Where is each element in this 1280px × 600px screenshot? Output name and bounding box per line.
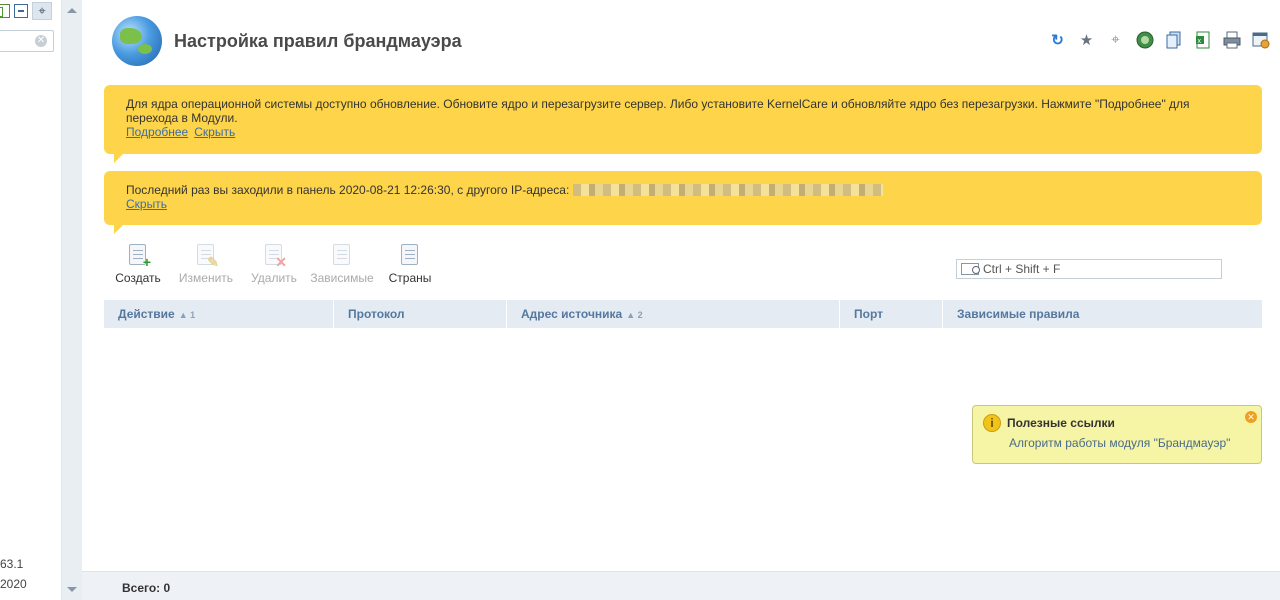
- filter-placeholder: Ctrl + Shift + F: [983, 262, 1061, 276]
- column-header-port[interactable]: Порт: [840, 300, 943, 328]
- column-label: Адрес источника: [521, 307, 623, 321]
- dependent-button[interactable]: Зависимые: [310, 242, 374, 285]
- column-label: Порт: [854, 307, 884, 321]
- scroll-down-arrow-icon[interactable]: [67, 587, 77, 592]
- collapse-icon[interactable]: [14, 4, 28, 18]
- edit-label: Изменить: [178, 271, 234, 285]
- dependent-label: Зависимые: [310, 271, 374, 285]
- column-header-action[interactable]: Действие ▲ 1: [104, 300, 334, 328]
- sidebar-search-input[interactable]: ✕: [0, 30, 54, 52]
- settings-icon[interactable]: [1251, 30, 1270, 49]
- countries-icon: [398, 242, 422, 268]
- create-button[interactable]: + Создать: [108, 242, 168, 285]
- sidebar-scrollbar[interactable]: [62, 0, 82, 600]
- sort-asc-icon: ▲ 2: [626, 310, 643, 320]
- sort-asc-icon: ▲ 1: [178, 310, 196, 320]
- create-icon: +: [126, 242, 151, 269]
- column-header-dependent-rules[interactable]: Зависимые правила: [943, 300, 1262, 328]
- pin-sidebar-icon[interactable]: ⌖: [32, 2, 52, 20]
- edit-icon: ✎: [194, 242, 219, 269]
- delete-icon: ✕: [262, 242, 287, 269]
- column-label: Действие: [118, 307, 175, 321]
- countries-label: Страны: [388, 271, 432, 285]
- info-icon: i: [983, 414, 1001, 432]
- table-footer: Всего: 0: [82, 571, 1280, 600]
- filter-search-icon: [961, 263, 980, 275]
- kernel-notice-text: Для ядра операционной системы доступно о…: [126, 97, 1190, 125]
- table-filter-input[interactable]: Ctrl + Shift + F: [956, 259, 1222, 279]
- header-toolbar: ↻ ★ ⌖ x: [1048, 30, 1270, 49]
- version-text: 63.1: [0, 557, 24, 571]
- delete-button[interactable]: ✕ Удалить: [244, 242, 304, 285]
- kernel-update-notice: Для ядра операционной системы доступно о…: [104, 85, 1262, 163]
- dependent-icon: [330, 242, 354, 268]
- column-label: Протокол: [348, 307, 405, 321]
- pin-icon[interactable]: ⌖: [1106, 30, 1125, 49]
- refresh-icon[interactable]: ↻: [1048, 30, 1067, 49]
- expand-icon[interactable]: [0, 4, 10, 18]
- star-icon[interactable]: ★: [1077, 30, 1096, 49]
- column-header-protocol[interactable]: Протокол: [334, 300, 507, 328]
- page-header: Настройка правил брандмауэра: [112, 16, 462, 66]
- column-label: Зависимые правила: [957, 307, 1080, 321]
- edit-button[interactable]: ✎ Изменить: [176, 242, 236, 285]
- left-sidebar: ⌖ ✕ 63.1 2020: [0, 0, 62, 600]
- useful-links-popup: i Полезные ссылки Алгоритм работы модуля…: [972, 405, 1262, 464]
- firewall-algorithm-link[interactable]: Алгоритм работы модуля "Брандмауэр": [1009, 436, 1230, 450]
- create-label: Создать: [115, 271, 161, 285]
- firewall-globe-icon: [112, 16, 162, 66]
- excel-icon[interactable]: x: [1193, 30, 1212, 49]
- details-link[interactable]: Подробнее: [126, 125, 188, 139]
- useful-links-title: Полезные ссылки: [1007, 416, 1115, 430]
- copy-icon[interactable]: [1164, 30, 1183, 49]
- copyright-year-text: 2020: [0, 577, 27, 591]
- countries-button[interactable]: Страны: [380, 242, 440, 285]
- hide-kernel-notice-link[interactable]: Скрыть: [194, 125, 235, 139]
- action-toolbar: + Создать ✎ Изменить ✕ Удалить Зависимые…: [108, 242, 440, 285]
- scroll-up-arrow-icon[interactable]: [67, 8, 77, 13]
- globe-icon[interactable]: [1135, 30, 1154, 49]
- print-icon[interactable]: [1222, 30, 1241, 49]
- page-title: Настройка правил брандмауэра: [174, 30, 462, 51]
- blurred-ip-address: [572, 184, 883, 196]
- total-count: Всего: 0: [122, 581, 171, 595]
- rules-table-header: Действие ▲ 1 Протокол Адрес источника ▲ 2 …: [104, 300, 1262, 328]
- sidebar-toolbar: ⌖: [0, 2, 52, 20]
- column-header-source-address[interactable]: Адрес источника ▲ 2: [507, 300, 840, 328]
- delete-label: Удалить: [251, 271, 297, 285]
- last-login-notice: Последний раз вы заходили в панель 2020-…: [104, 171, 1262, 234]
- hide-login-notice-link[interactable]: Скрыть: [126, 197, 167, 211]
- clear-search-icon[interactable]: ✕: [35, 35, 47, 47]
- svg-text:x: x: [1197, 38, 1201, 45]
- last-login-text: Последний раз вы заходили в панель 2020-…: [126, 183, 570, 197]
- main-content: Настройка правил брандмауэра ↻ ★ ⌖ x Для…: [82, 0, 1280, 600]
- close-popup-icon[interactable]: ✕: [1245, 411, 1257, 423]
